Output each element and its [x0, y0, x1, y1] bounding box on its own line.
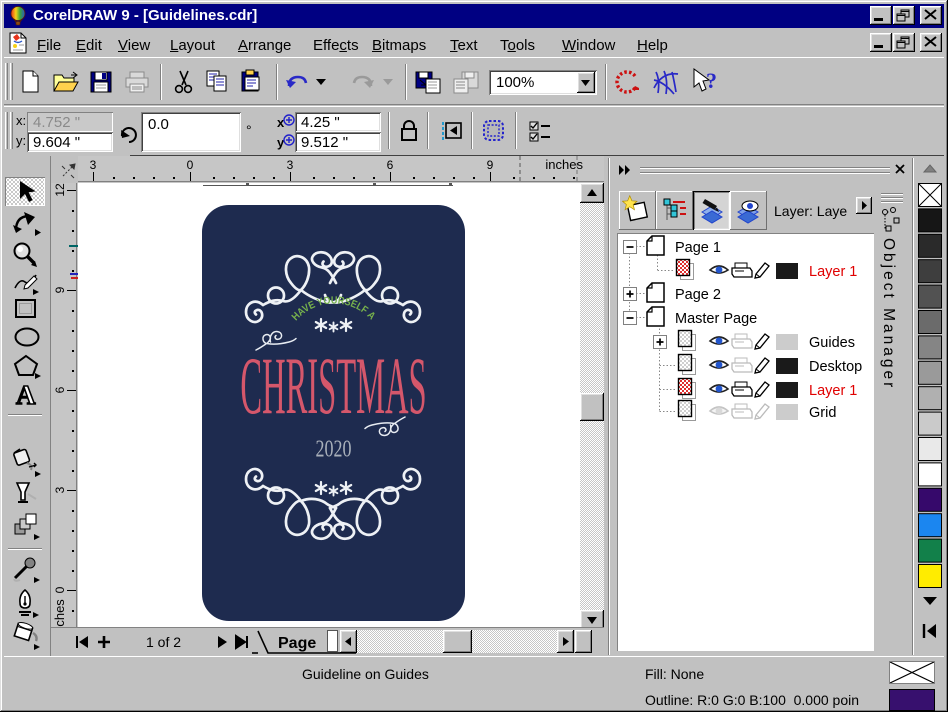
- svg-text:Grid: Grid: [809, 405, 836, 421]
- svg-text:3: 3: [53, 486, 67, 493]
- svg-text:1 of 2: 1 of 2: [146, 634, 181, 650]
- svg-text:Page 1: Page 1: [675, 240, 721, 256]
- svg-text:Layer 1: Layer 1: [809, 264, 857, 280]
- svg-text:CHRISTMAS: CHRISTMAS: [240, 341, 426, 432]
- svg-text:0: 0: [53, 586, 67, 593]
- svg-text:3: 3: [90, 158, 97, 172]
- svg-text:x: x: [277, 115, 285, 130]
- svg-text:12: 12: [53, 183, 67, 197]
- svg-text:0: 0: [187, 158, 194, 172]
- svg-text:Layer 1: Layer 1: [809, 383, 857, 399]
- svg-text:Desktop: Desktop: [809, 359, 862, 375]
- svg-text:2020: 2020: [316, 435, 352, 462]
- svg-text:3: 3: [287, 158, 294, 172]
- svg-text:inches: inches: [545, 157, 583, 172]
- svg-text:Master Page: Master Page: [675, 311, 757, 327]
- svg-text:9: 9: [53, 286, 67, 293]
- svg-text:Page: Page: [278, 635, 316, 652]
- svg-text:6: 6: [53, 386, 67, 393]
- svg-text:Guides: Guides: [809, 335, 855, 351]
- svg-text:Page 2: Page 2: [675, 287, 721, 303]
- svg-text:9: 9: [487, 158, 494, 172]
- svg-text:A: A: [16, 381, 36, 409]
- svg-text:y: y: [277, 135, 285, 150]
- svg-text:?: ?: [706, 68, 717, 93]
- svg-text:6: 6: [387, 158, 394, 172]
